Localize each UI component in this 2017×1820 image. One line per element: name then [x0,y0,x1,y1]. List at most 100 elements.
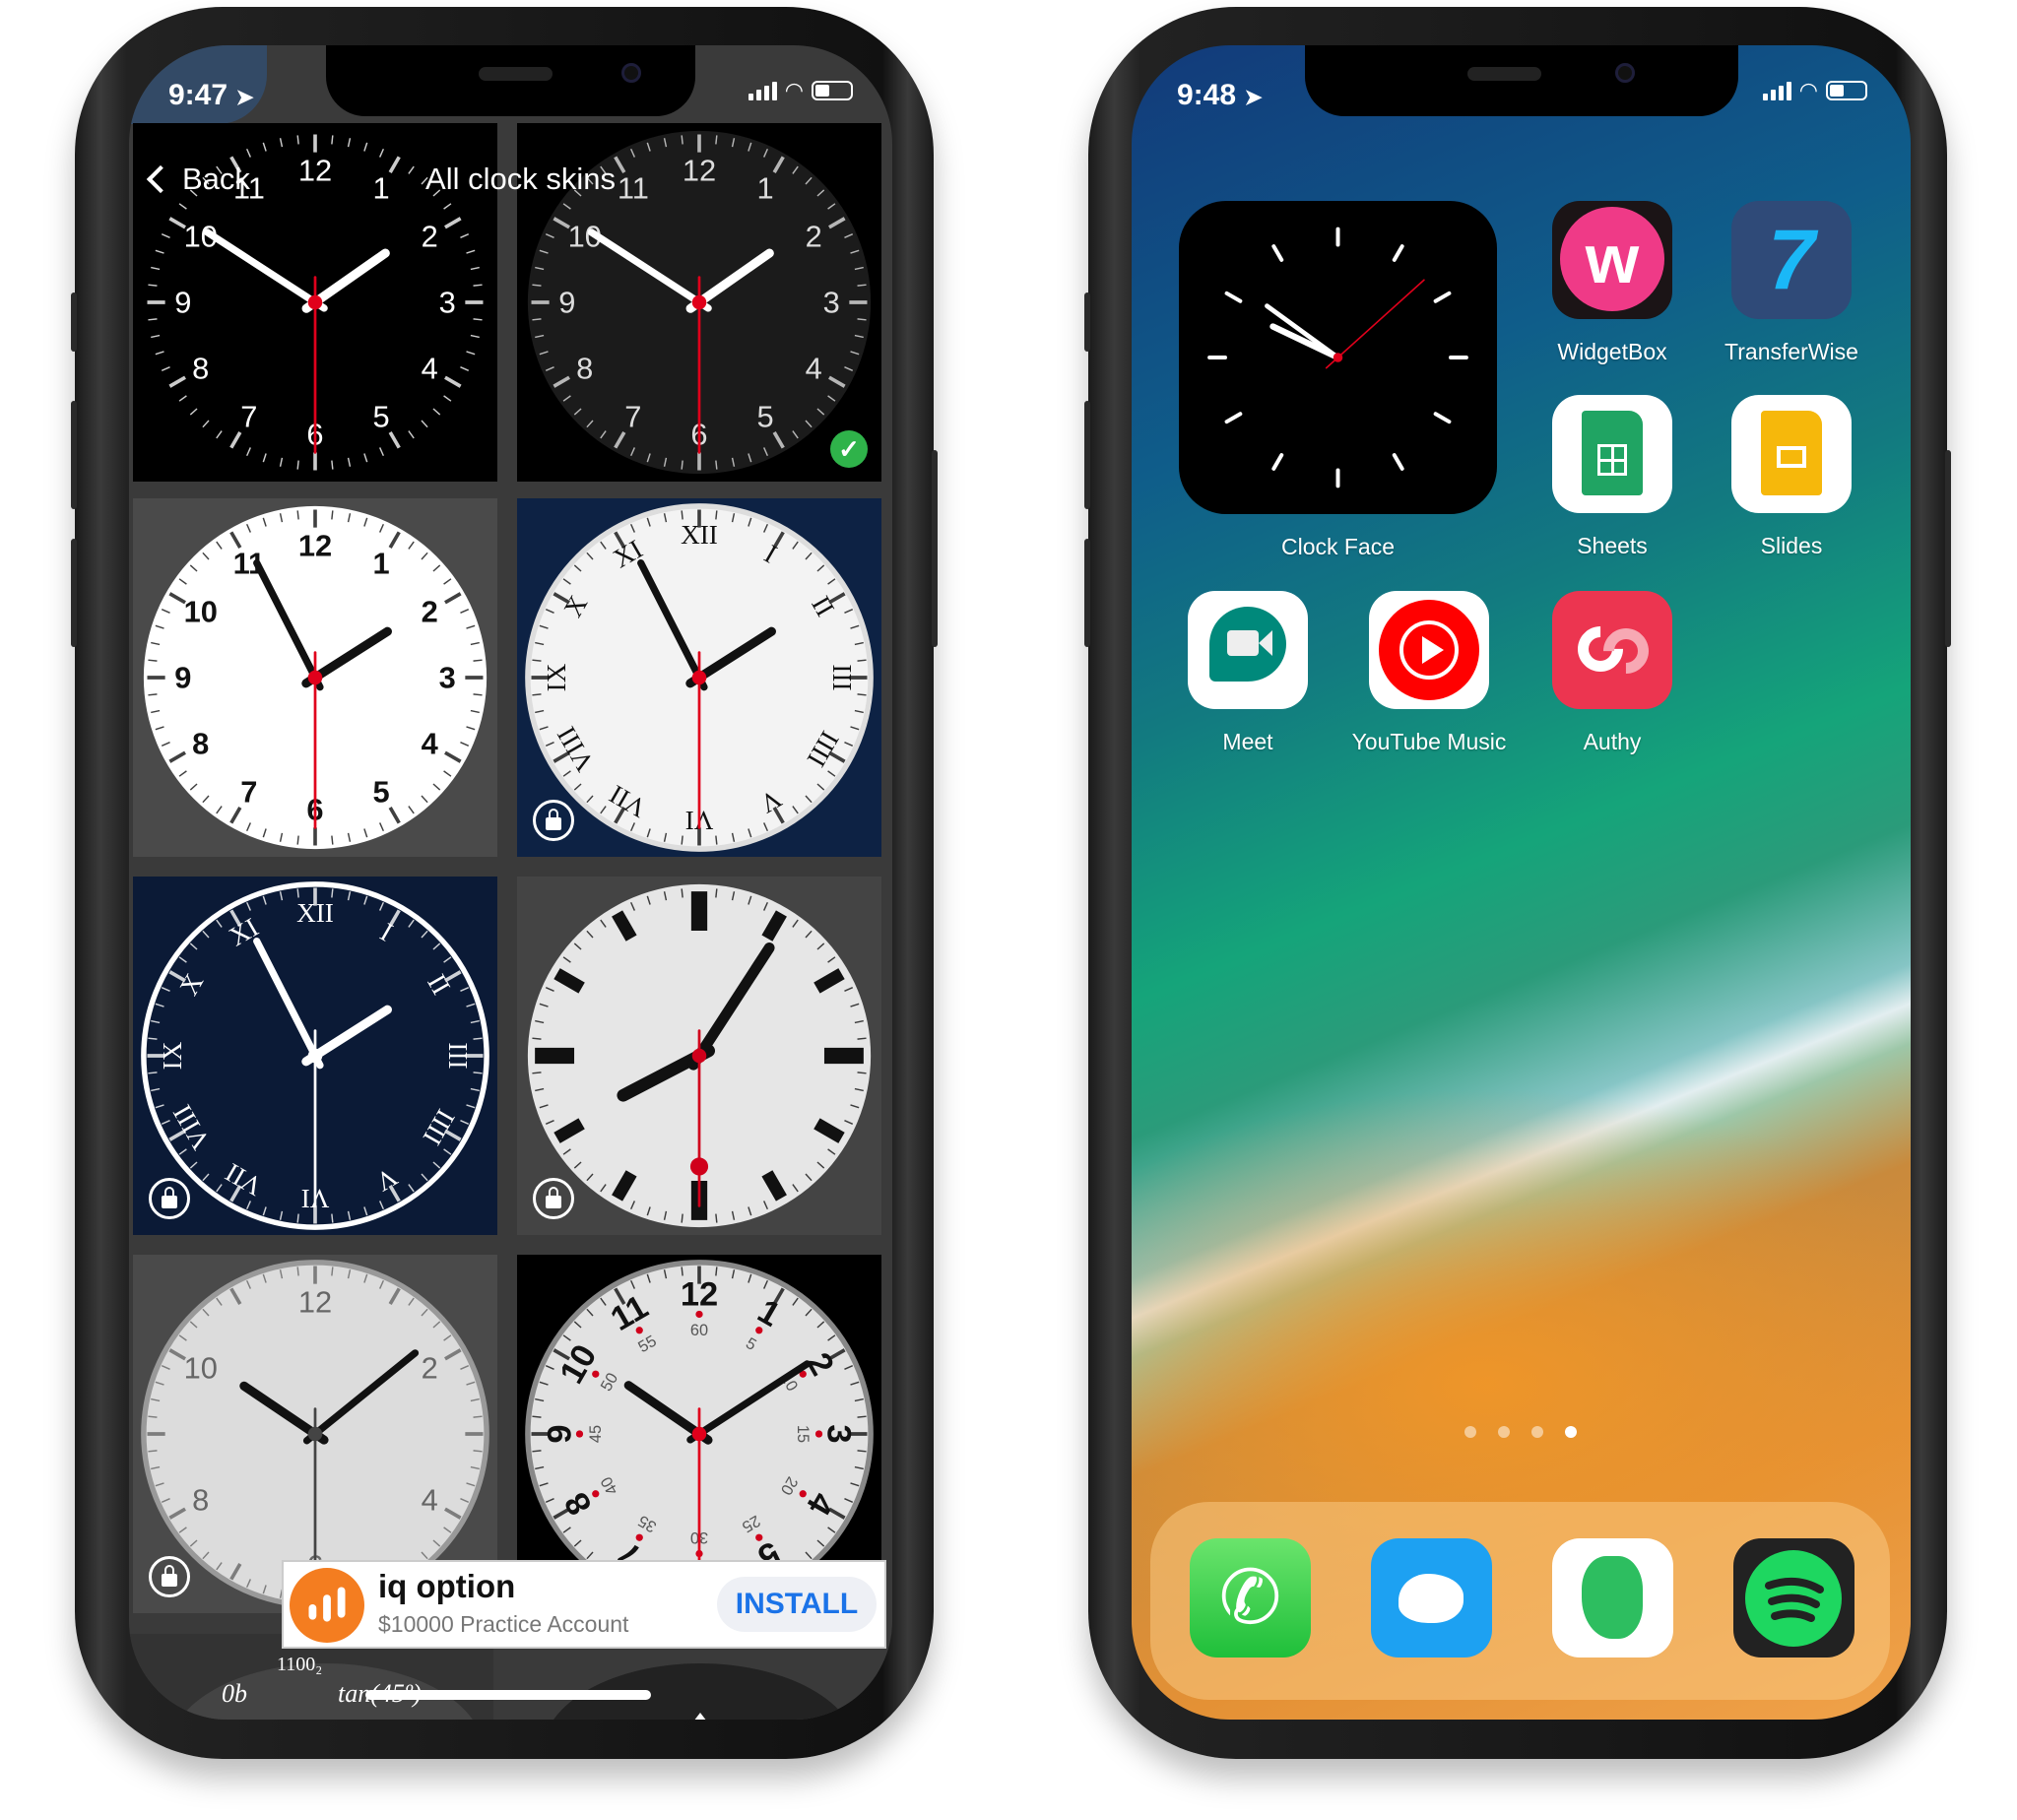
nav-bar: Back All clock skins [129,162,892,211]
minute-dot [755,1327,763,1334]
minute-tick [444,375,462,388]
clock-numeral: 3 [819,1424,857,1443]
cellular-signal-icon [748,82,777,100]
widgetbox-icon: w [1552,201,1672,319]
clock-skin-tile[interactable] [517,877,881,1235]
app-label: Clock Face [1280,534,1396,559]
app-youtube-music[interactable]: YouTube Music [1352,591,1506,755]
clock-numeral: 9 [174,286,191,320]
selected-check-icon: ✓ [830,430,868,468]
clock-numeral: 8 [192,1483,209,1518]
clock-numeral: 5 [757,400,774,434]
minute-tick [347,457,352,467]
minute-tick [148,284,158,287]
spotify-icon[interactable] [1733,1538,1854,1658]
wifi-icon: ◠ [784,78,804,102]
lock-icon [533,1178,574,1219]
app-meet[interactable]: Meet [1187,591,1309,755]
clock-marker [681,1713,720,1720]
app-label: Authy [1583,729,1642,754]
clock-numeral: 12 [298,1284,332,1319]
minute-tick [155,249,164,254]
page-indicator[interactable] [1464,1426,1577,1438]
page-dot[interactable] [1531,1426,1543,1438]
install-button[interactable]: INSTALL [717,1577,877,1632]
minute-tick [202,420,210,428]
minute-dot [755,1533,763,1541]
twitter-icon[interactable] [1371,1538,1492,1658]
minute-tick [148,318,158,321]
minute-tick [473,1037,483,1040]
minute-numeral: 45 [587,1425,605,1443]
minute-tick [532,284,542,287]
second-hand-tip [689,1157,709,1176]
clock-face: XIIIIIIIIIIIIVVIVIIVIIIIXXXI [525,503,874,852]
home-indicator[interactable] [1378,1690,1663,1700]
lock-icon [149,1178,190,1219]
home-screen: 9:48 ➤ ◠ Clock Face w WidgetBox 7 Transf… [1132,45,1911,1720]
lock-icon [149,1556,190,1597]
app-slides[interactable]: Slides [1730,395,1853,559]
hour-tick [1392,453,1404,471]
ad-subtitle: $10000 Practice Account [378,1611,629,1637]
youtube-music-icon [1369,591,1489,709]
transferwise-icon: 7 [1731,201,1852,319]
ad-banner[interactable]: iq option $10000 Practice Account INSTAL… [282,1560,886,1649]
minute-tick [363,453,368,463]
home-indicator[interactable] [365,1690,651,1700]
minute-tick [388,431,401,449]
minute-tick [189,408,198,416]
clock-skin-tile[interactable]: XII I II III IIII V VI VII VIII IX X XI [133,877,497,1235]
clock-numeral: 9 [542,1424,579,1443]
minute-tick [331,135,334,145]
clock-numeral: XII [296,898,334,928]
minute-tick [296,135,299,145]
page-dot[interactable] [1464,1426,1476,1438]
minute-tick [443,395,452,402]
minute-tick [279,138,284,148]
authy-icon [1552,591,1672,709]
left-phone: 9:47 ➤ ◠ 121234567891011121234567891011✓… [71,7,938,1759]
clock-skin-tile[interactable]: 121234567891011 [133,498,497,857]
app-sheets[interactable]: Sheets [1551,395,1673,559]
clock-numeral: 3 [439,661,456,695]
app-label: Sheets [1577,533,1648,558]
minute-tick [296,1267,299,1276]
minute-tick [245,148,252,158]
hour-tick [1433,291,1452,303]
center-cap [307,1048,323,1064]
minute-tick [473,1072,483,1074]
evernote-icon[interactable] [1552,1538,1673,1658]
app-label: TransferWise [1724,339,1858,364]
clock-numeral: 5 [373,400,390,434]
page-dot-active[interactable] [1565,1426,1577,1438]
minute-tick [681,1213,683,1223]
mute-switch [1084,292,1090,352]
phone-icon[interactable]: ✆ [1190,1538,1311,1658]
app-authy[interactable]: Authy [1551,591,1673,755]
minute-dot [592,1490,600,1498]
minute-tick [532,318,542,321]
clock-numeral: 7 [624,400,641,434]
minute-tick [857,693,867,696]
math-text: 1100₂ [277,1654,323,1675]
minute-tick [444,217,462,229]
minute-tick [857,284,867,287]
app-widgetbox[interactable]: w WidgetBox [1551,201,1673,365]
minute-tick [331,888,334,898]
clock-numeral: 8 [192,352,209,386]
minute-tick [681,835,683,845]
minute-tick [681,510,683,520]
clock-face-widget[interactable]: Clock Face [1179,201,1497,560]
clock-numeral: 4 [422,352,438,386]
dock: ✆ [1150,1502,1890,1700]
clock-numeral: 10 [184,1350,218,1385]
minute-tick [178,395,187,402]
app-transferwise[interactable]: 7 TransferWise [1724,201,1858,365]
page-dot[interactable] [1498,1426,1510,1438]
minute-tick [857,659,867,662]
minute-tick [681,135,683,145]
clock-numeral: 10 [184,594,218,628]
location-arrow-icon: ➤ [1244,85,1263,109]
clock-skin-tile[interactable]: XII I II III IIII V VI VII VIII IX X XI [517,498,881,857]
